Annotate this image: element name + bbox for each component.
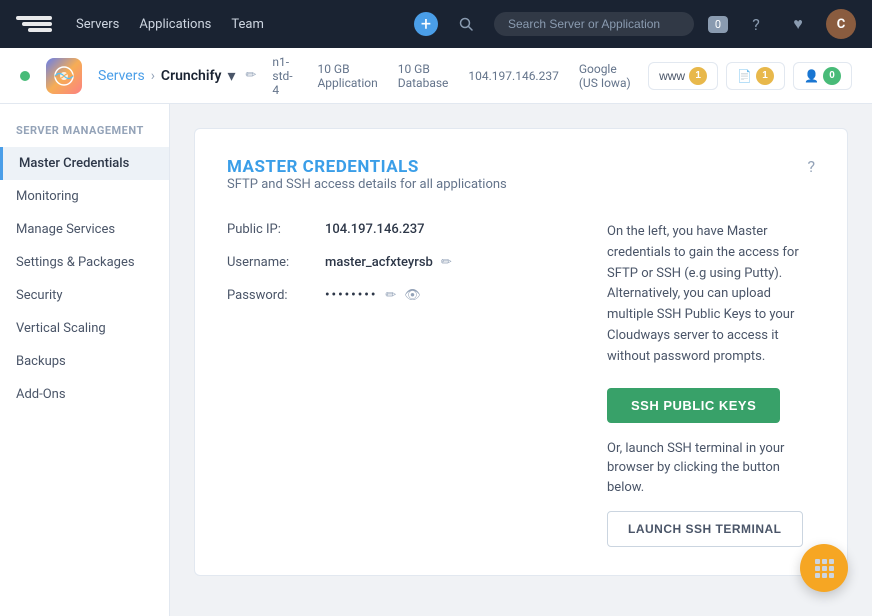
credentials-card: MASTER CREDENTIALS SFTP and SSH access d…	[194, 128, 848, 576]
username-label: Username:	[227, 255, 317, 270]
applications-link[interactable]: Applications	[139, 17, 211, 32]
toggle-password-icon[interactable]: 👁	[404, 288, 421, 303]
card-title: MASTER CREDENTIALS	[227, 157, 507, 177]
topnav-right: + 0 ? ♥ C	[414, 9, 856, 39]
server-name[interactable]: Crunchify	[161, 68, 222, 84]
password-label: Password:	[227, 288, 317, 303]
password-value: ••••••••	[325, 288, 377, 303]
add-button[interactable]: +	[414, 12, 438, 36]
help-icon[interactable]: ?	[742, 10, 770, 38]
grid-icon	[815, 559, 834, 578]
public-ip-row: Public IP: 104.197.146.237	[227, 222, 567, 237]
launch-ssh-terminal-button[interactable]: LAUNCH SSH TERMINAL	[607, 511, 803, 547]
breadcrumb: Servers › Crunchify ▾ ✏	[98, 66, 256, 85]
app-size: 10 GB Application	[317, 62, 377, 90]
search-input[interactable]	[494, 12, 694, 36]
server-status-indicator	[20, 71, 30, 81]
card-subtitle: SFTP and SSH access details for all appl…	[227, 177, 507, 192]
public-ip-value: 104.197.146.237	[325, 222, 425, 237]
notification-badge[interactable]: 0	[708, 16, 728, 33]
fab-button[interactable]	[800, 544, 848, 592]
team-link[interactable]: Team	[231, 17, 264, 32]
nav-links: Servers Applications Team	[76, 17, 390, 32]
card-title-area: MASTER CREDENTIALS SFTP and SSH access d…	[227, 157, 507, 216]
server-region: Google (US Iowa)	[579, 62, 632, 90]
card-body: Public IP: 104.197.146.237 Username: mas…	[227, 222, 815, 547]
edit-server-icon[interactable]: ✏	[245, 68, 256, 83]
public-ip-label: Public IP:	[227, 222, 317, 237]
credentials-left: Public IP: 104.197.146.237 Username: mas…	[227, 222, 567, 547]
db-size: 10 GB Database	[398, 62, 449, 90]
sidebar-item-vertical-scaling[interactable]: Vertical Scaling	[0, 312, 169, 345]
sidebar-item-security[interactable]: Security	[0, 279, 169, 312]
www-label: www	[659, 69, 685, 83]
sidebar-item-master-credentials[interactable]: Master Credentials	[0, 147, 169, 180]
user-icon: 👤	[804, 69, 819, 83]
sidebar-section-label: Server Management	[0, 124, 169, 147]
server-meta: n1-std-4 10 GB Application 10 GB Databas…	[272, 55, 632, 97]
logo[interactable]	[16, 12, 52, 36]
edit-password-icon[interactable]: ✏	[385, 288, 396, 303]
or-text: Or, launch SSH terminal in your browser …	[607, 439, 815, 498]
server-icon	[46, 58, 82, 94]
sidebar-item-backups[interactable]: Backups	[0, 345, 169, 378]
user-button[interactable]: 👤 0	[793, 62, 852, 90]
sidebar-item-add-ons[interactable]: Add-Ons	[0, 378, 169, 411]
server-ip: 104.197.146.237	[468, 69, 558, 83]
servers-breadcrumb[interactable]: Servers	[98, 68, 145, 84]
username-row: Username: master_acfxteyrsb ✏	[227, 255, 567, 270]
username-value: master_acfxteyrsb	[325, 255, 433, 270]
server-type: n1-std-4	[272, 55, 297, 97]
sidebar-item-monitoring[interactable]: Monitoring	[0, 180, 169, 213]
file-icon: 📄	[737, 69, 752, 83]
user-badge: 0	[823, 67, 841, 85]
main-content: MASTER CREDENTIALS SFTP and SSH access d…	[170, 104, 872, 616]
breadcrumb-separator: ›	[151, 68, 155, 84]
card-header: MASTER CREDENTIALS SFTP and SSH access d…	[227, 157, 815, 216]
sidebar-item-settings-packages[interactable]: Settings & Packages	[0, 246, 169, 279]
file-badge: 1	[756, 67, 774, 85]
info-text: On the left, you have Master credentials…	[607, 222, 815, 368]
layout: Server Management Master Credentials Mon…	[0, 104, 872, 616]
ssh-public-keys-button[interactable]: SSH PUBLIC KEYS	[607, 388, 780, 423]
edit-username-icon[interactable]: ✏	[441, 255, 452, 270]
sidebar-item-manage-services[interactable]: Manage Services	[0, 213, 169, 246]
www-button[interactable]: www 1	[648, 62, 718, 90]
sidebar: Server Management Master Credentials Mon…	[0, 104, 170, 616]
topnav: Servers Applications Team + 0 ? ♥ C	[0, 0, 872, 48]
credentials-right: On the left, you have Master credentials…	[607, 222, 815, 547]
dropdown-icon[interactable]: ▾	[227, 66, 235, 85]
servers-link[interactable]: Servers	[76, 17, 119, 32]
www-badge: 1	[689, 67, 707, 85]
server-actions: www 1 📄 1 👤 0	[648, 62, 852, 90]
heart-icon[interactable]: ♥	[784, 10, 812, 38]
search-icon[interactable]	[452, 10, 480, 38]
avatar[interactable]: C	[826, 9, 856, 39]
help-circle-icon[interactable]: ?	[807, 157, 815, 176]
server-bar: Servers › Crunchify ▾ ✏ n1-std-4 10 GB A…	[0, 48, 872, 104]
password-row: Password: •••••••• ✏ 👁	[227, 288, 567, 303]
file-button[interactable]: 📄 1	[726, 62, 785, 90]
